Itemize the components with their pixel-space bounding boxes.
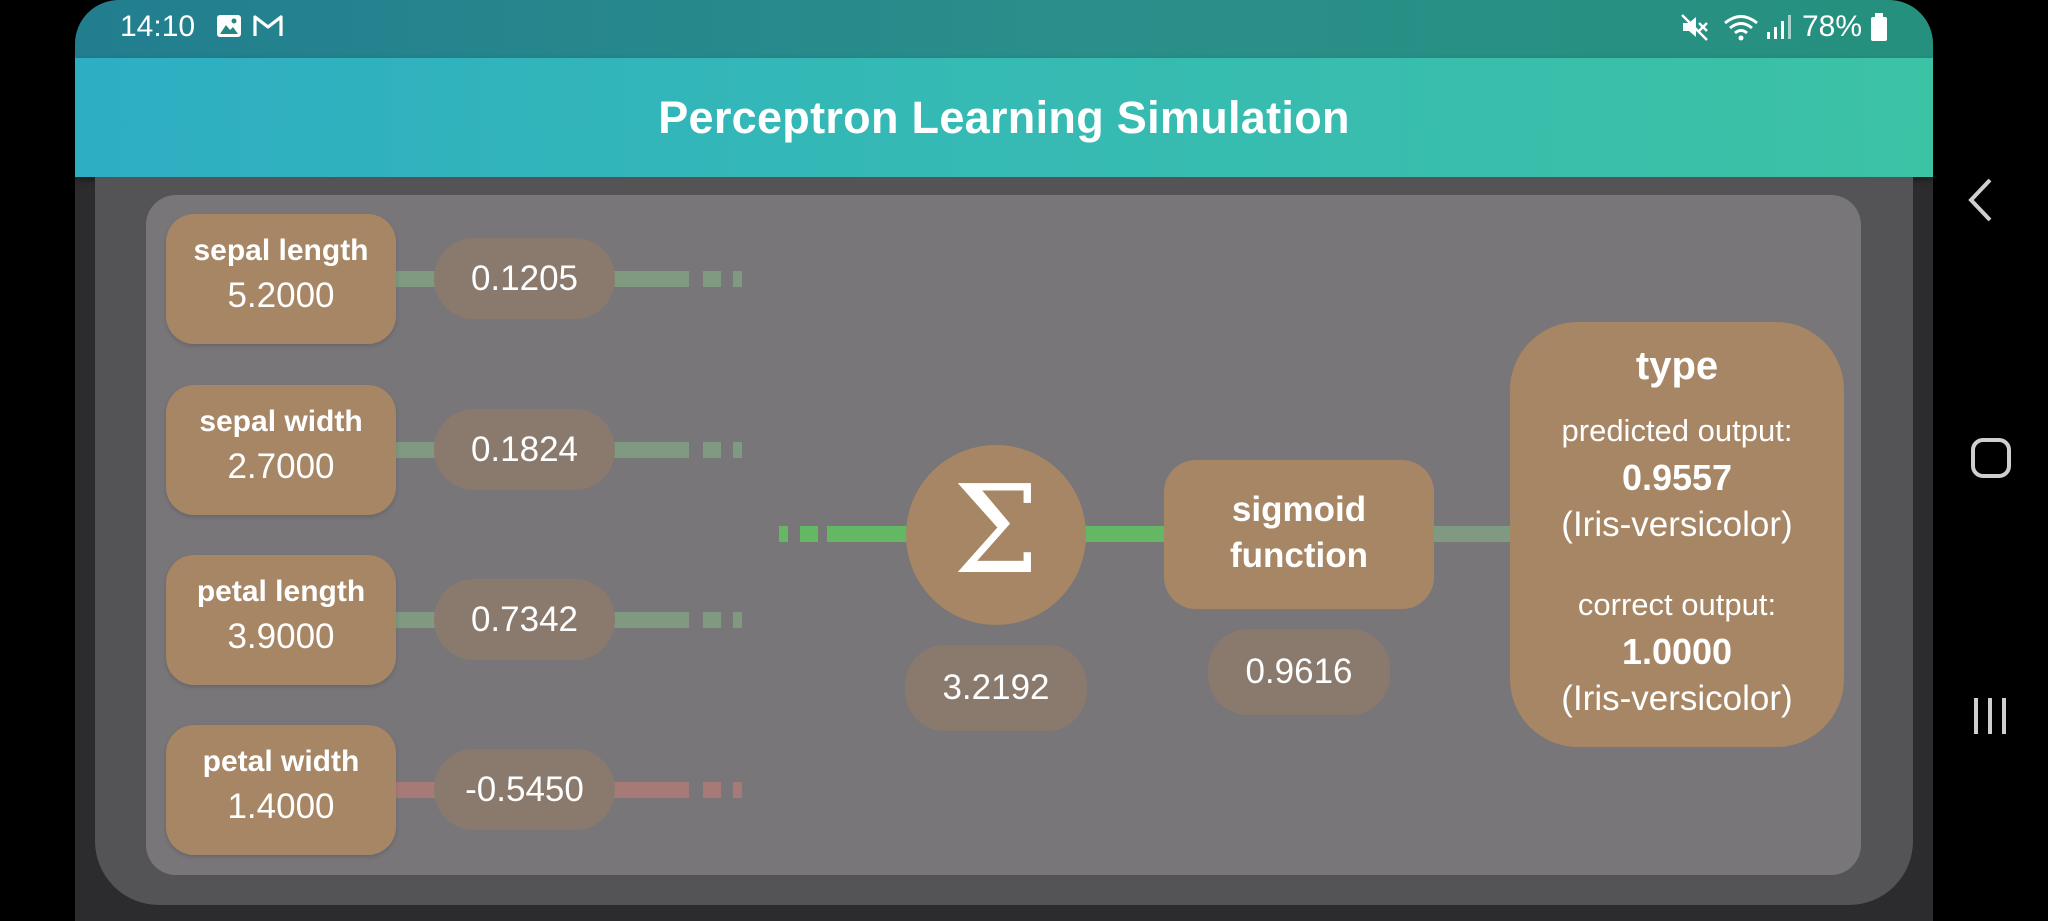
wifi-icon xyxy=(1722,12,1760,50)
weight-pill: 0.7342 xyxy=(434,579,615,660)
input-label: petal width xyxy=(202,745,360,778)
summation-value: 3.2192 xyxy=(905,645,1087,731)
input-connector xyxy=(395,442,435,458)
home-button[interactable] xyxy=(1933,413,2048,503)
input-value: 3.9000 xyxy=(227,617,335,656)
battery-percent: 78% xyxy=(1802,10,1863,43)
gallery-icon xyxy=(215,12,243,48)
recents-icon xyxy=(1974,698,2006,734)
output-node: type predicted output: 0.9557 (Iris-vers… xyxy=(1510,322,1844,747)
weight-connector-dash xyxy=(733,442,742,458)
sum-input-dash xyxy=(779,526,788,542)
correct-output-value: 1.0000 xyxy=(1621,631,1733,672)
sum-input-dash xyxy=(800,526,818,542)
correct-output-class: (Iris-versicolor) xyxy=(1561,679,1793,718)
input-node-petal-width: petal width 1.4000 xyxy=(166,725,396,855)
predicted-output-label: predicted output: xyxy=(1561,413,1793,448)
weight-connector xyxy=(614,271,689,287)
back-button[interactable] xyxy=(1933,155,2048,245)
device-screen: 14:10 78% Perceptron Learning Simulation… xyxy=(75,0,1933,921)
page-title: Perceptron Learning Simulation xyxy=(658,92,1350,143)
sigmoid-node: sigmoid function xyxy=(1164,460,1434,609)
weight-pill: 0.1824 xyxy=(434,409,615,490)
predicted-output-value: 0.9557 xyxy=(1621,457,1733,498)
input-value: 1.4000 xyxy=(227,787,335,826)
weight-connector-dash xyxy=(703,271,721,287)
weight-connector xyxy=(614,442,689,458)
weight-connector-dash xyxy=(703,612,721,628)
back-icon xyxy=(1968,178,1992,222)
input-label: petal length xyxy=(196,575,366,608)
weight-connector-dash xyxy=(733,782,742,798)
input-node-sepal-length: sepal length 5.2000 xyxy=(166,214,396,344)
output-title: type xyxy=(1635,344,1719,388)
battery-icon xyxy=(1870,12,1888,50)
sigmoid-value: 0.9616 xyxy=(1208,629,1390,715)
weight-pill: 0.1205 xyxy=(434,238,615,319)
home-icon xyxy=(1971,438,2011,478)
weight-pill: -0.5450 xyxy=(434,749,615,830)
input-connector xyxy=(395,271,435,287)
sum-to-sigmoid-connector xyxy=(1084,526,1166,542)
sigma-symbol: Σ xyxy=(952,459,1040,601)
input-value: 2.7000 xyxy=(227,447,335,486)
weight-connector-dash xyxy=(703,442,721,458)
weight-connector-dash xyxy=(703,782,721,798)
input-node-petal-length: petal length 3.9000 xyxy=(166,555,396,685)
input-node-sepal-width: sepal width 2.7000 xyxy=(166,385,396,515)
sigmoid-label-line1: sigmoid xyxy=(1231,490,1367,529)
input-connector xyxy=(395,612,435,628)
signal-icon xyxy=(1764,12,1794,50)
status-bar: 14:10 78% xyxy=(75,0,1933,58)
summation-node: Σ xyxy=(906,445,1086,625)
navigation-bar xyxy=(1933,0,2048,921)
weight-connector xyxy=(614,612,689,628)
mute-icon xyxy=(1680,12,1710,50)
status-time: 14:10 xyxy=(120,10,196,43)
recents-button[interactable] xyxy=(1933,670,2048,760)
input-label: sepal length xyxy=(193,234,369,267)
app-bar: Perceptron Learning Simulation xyxy=(75,58,1933,177)
predicted-output-class: (Iris-versicolor) xyxy=(1561,505,1793,544)
input-value: 5.2000 xyxy=(227,276,335,315)
sum-input-connector xyxy=(827,526,909,542)
weight-connector-dash xyxy=(733,271,742,287)
input-connector xyxy=(395,782,435,798)
weight-connector xyxy=(614,782,689,798)
weight-connector-dash xyxy=(733,612,742,628)
input-label: sepal width xyxy=(199,405,363,438)
sigmoid-to-output-connector xyxy=(1432,526,1512,542)
gmail-icon xyxy=(252,12,284,48)
sigmoid-label-line2: function xyxy=(1229,536,1369,575)
correct-output-label: correct output: xyxy=(1577,587,1777,622)
